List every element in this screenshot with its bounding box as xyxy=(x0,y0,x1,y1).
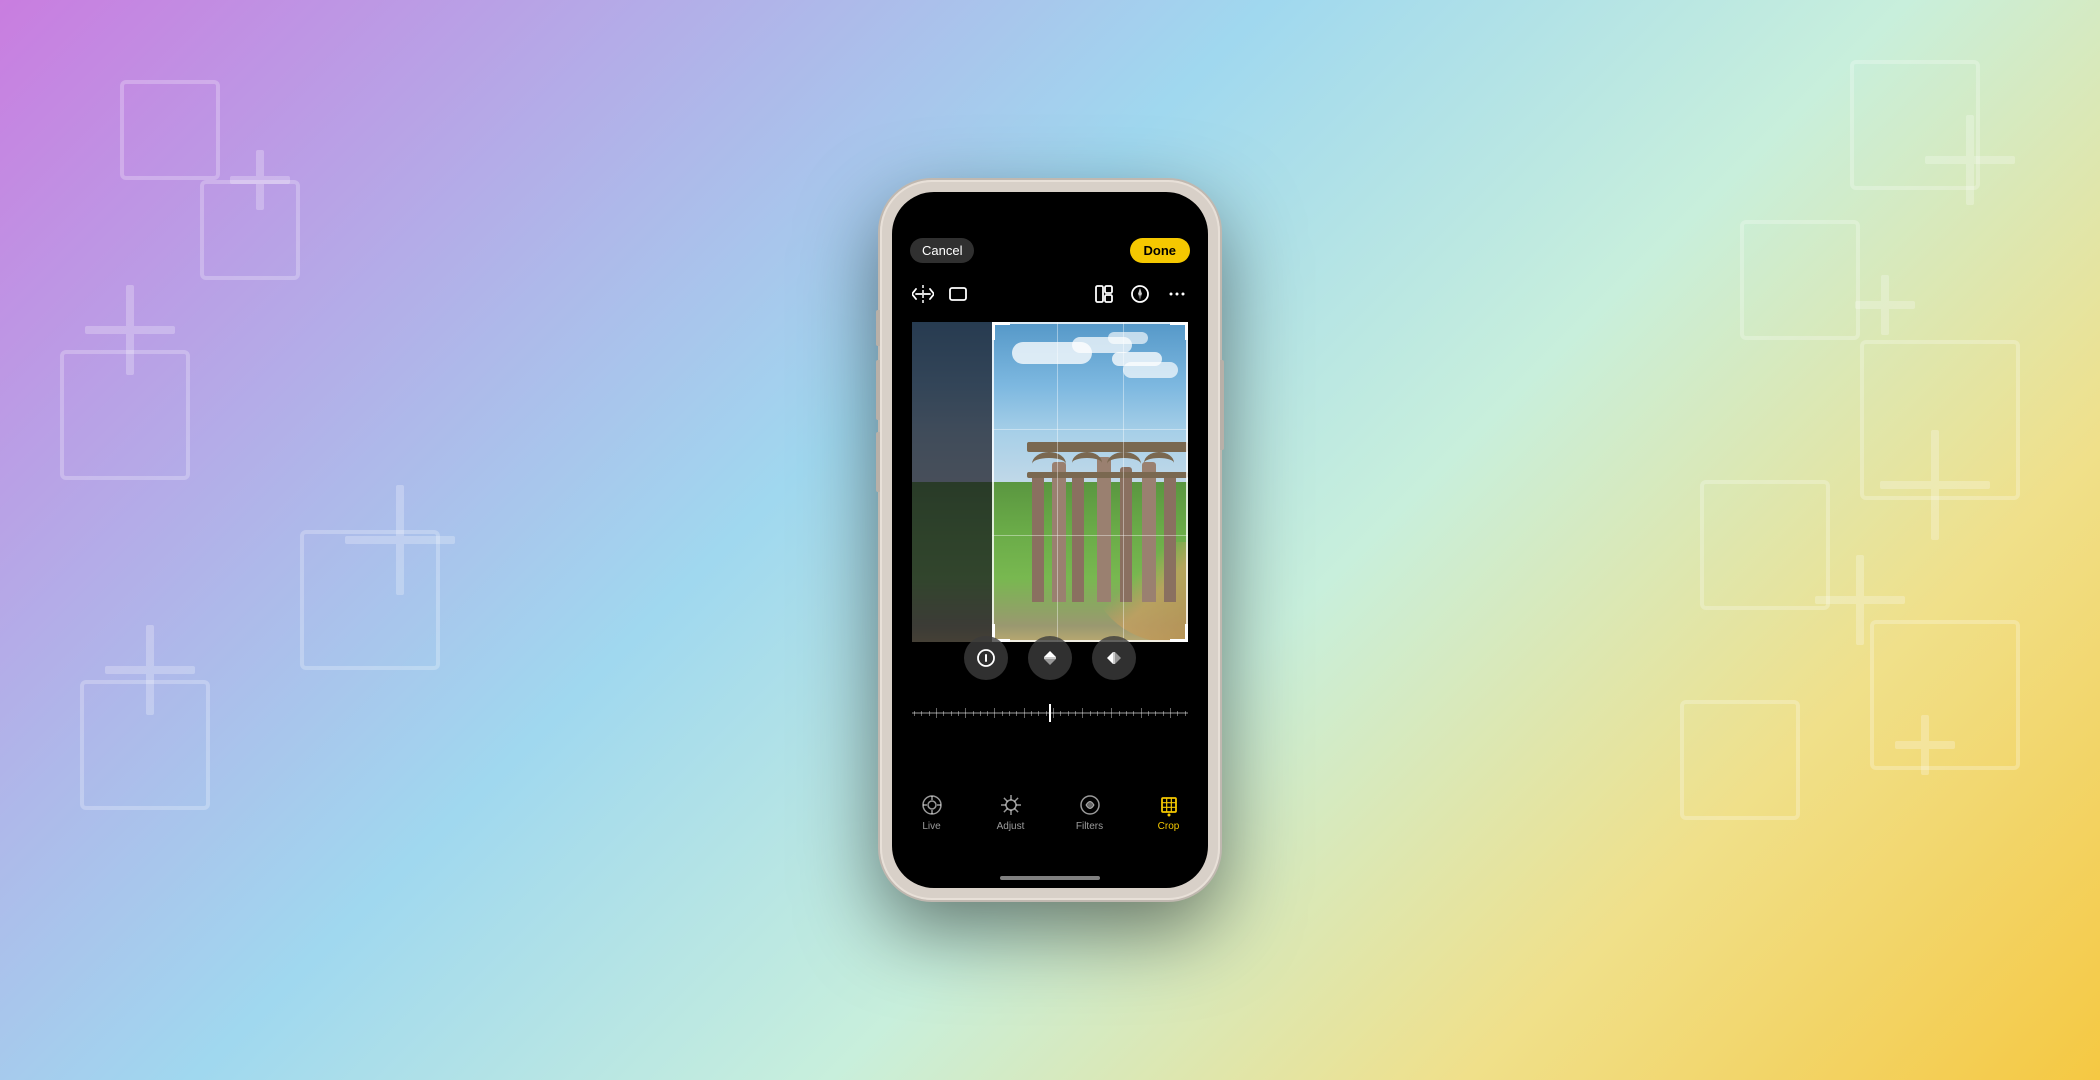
deco-square-11 xyxy=(1680,700,1800,820)
slider-center-indicator xyxy=(1049,704,1051,722)
more-icon[interactable] xyxy=(1166,283,1188,305)
top-bar: Cancel Done xyxy=(892,228,1208,272)
straighten-button[interactable] xyxy=(964,636,1008,680)
crop-label: Crop xyxy=(1158,821,1180,832)
tab-crop[interactable]: Crop xyxy=(1129,792,1208,832)
filters-label: Filters xyxy=(1076,821,1103,832)
cloud-5 xyxy=(1108,332,1148,344)
flip-icon[interactable] xyxy=(912,283,934,305)
cancel-button[interactable]: Cancel xyxy=(910,238,974,263)
horizontal-perspective-button[interactable] xyxy=(1092,636,1136,680)
deco-cross-9 xyxy=(1880,700,1970,790)
phone-body: Cancel Done xyxy=(880,180,1220,900)
deco-square-2 xyxy=(60,350,190,480)
vertical-perspective-button[interactable] xyxy=(1028,636,1072,680)
adjust-icon xyxy=(998,792,1024,818)
crop-icon xyxy=(1156,792,1182,818)
adjust-label: Adjust xyxy=(997,821,1025,832)
deco-cross-6 xyxy=(1840,260,1930,350)
home-indicator[interactable] xyxy=(1000,876,1100,880)
toolbar-right xyxy=(1094,283,1188,305)
slider-track xyxy=(912,712,1188,714)
aspect-ratio-icon[interactable] xyxy=(948,284,968,304)
toolbar-row xyxy=(892,276,1208,312)
live-label: Live xyxy=(922,821,940,832)
compass-icon[interactable] xyxy=(1130,284,1150,304)
tab-adjust[interactable]: Adjust xyxy=(971,792,1050,832)
deco-cross-5 xyxy=(1920,110,2020,210)
live-icon xyxy=(919,792,945,818)
rotation-controls xyxy=(892,628,1208,688)
deco-square-5 xyxy=(80,680,210,810)
photo-canvas[interactable] xyxy=(912,322,1188,642)
cloud-4 xyxy=(1123,362,1178,378)
volume-up-button xyxy=(876,360,880,420)
deco-square-3 xyxy=(200,180,300,280)
tab-live[interactable]: Live xyxy=(892,792,971,832)
deco-square-1 xyxy=(120,80,220,180)
tab-filters[interactable]: Filters xyxy=(1050,792,1129,832)
aqueduct xyxy=(972,442,1188,602)
done-button[interactable]: Done xyxy=(1130,238,1191,263)
rotation-slider[interactable] xyxy=(892,698,1208,728)
deco-square-4 xyxy=(300,530,440,670)
layout-icon[interactable] xyxy=(1094,284,1114,304)
deco-cross-7 xyxy=(1870,420,2000,550)
volume-down-button xyxy=(876,432,880,492)
dynamic-island xyxy=(1000,206,1100,216)
power-button xyxy=(1220,360,1224,450)
mute-button xyxy=(876,310,880,346)
toolbar-left xyxy=(912,283,968,305)
filters-icon xyxy=(1077,792,1103,818)
phone-screen: Cancel Done xyxy=(892,192,1208,888)
tab-bar: Live xyxy=(892,784,1208,864)
phone-device: Cancel Done xyxy=(880,180,1220,900)
crop-excluded-area xyxy=(912,322,992,642)
